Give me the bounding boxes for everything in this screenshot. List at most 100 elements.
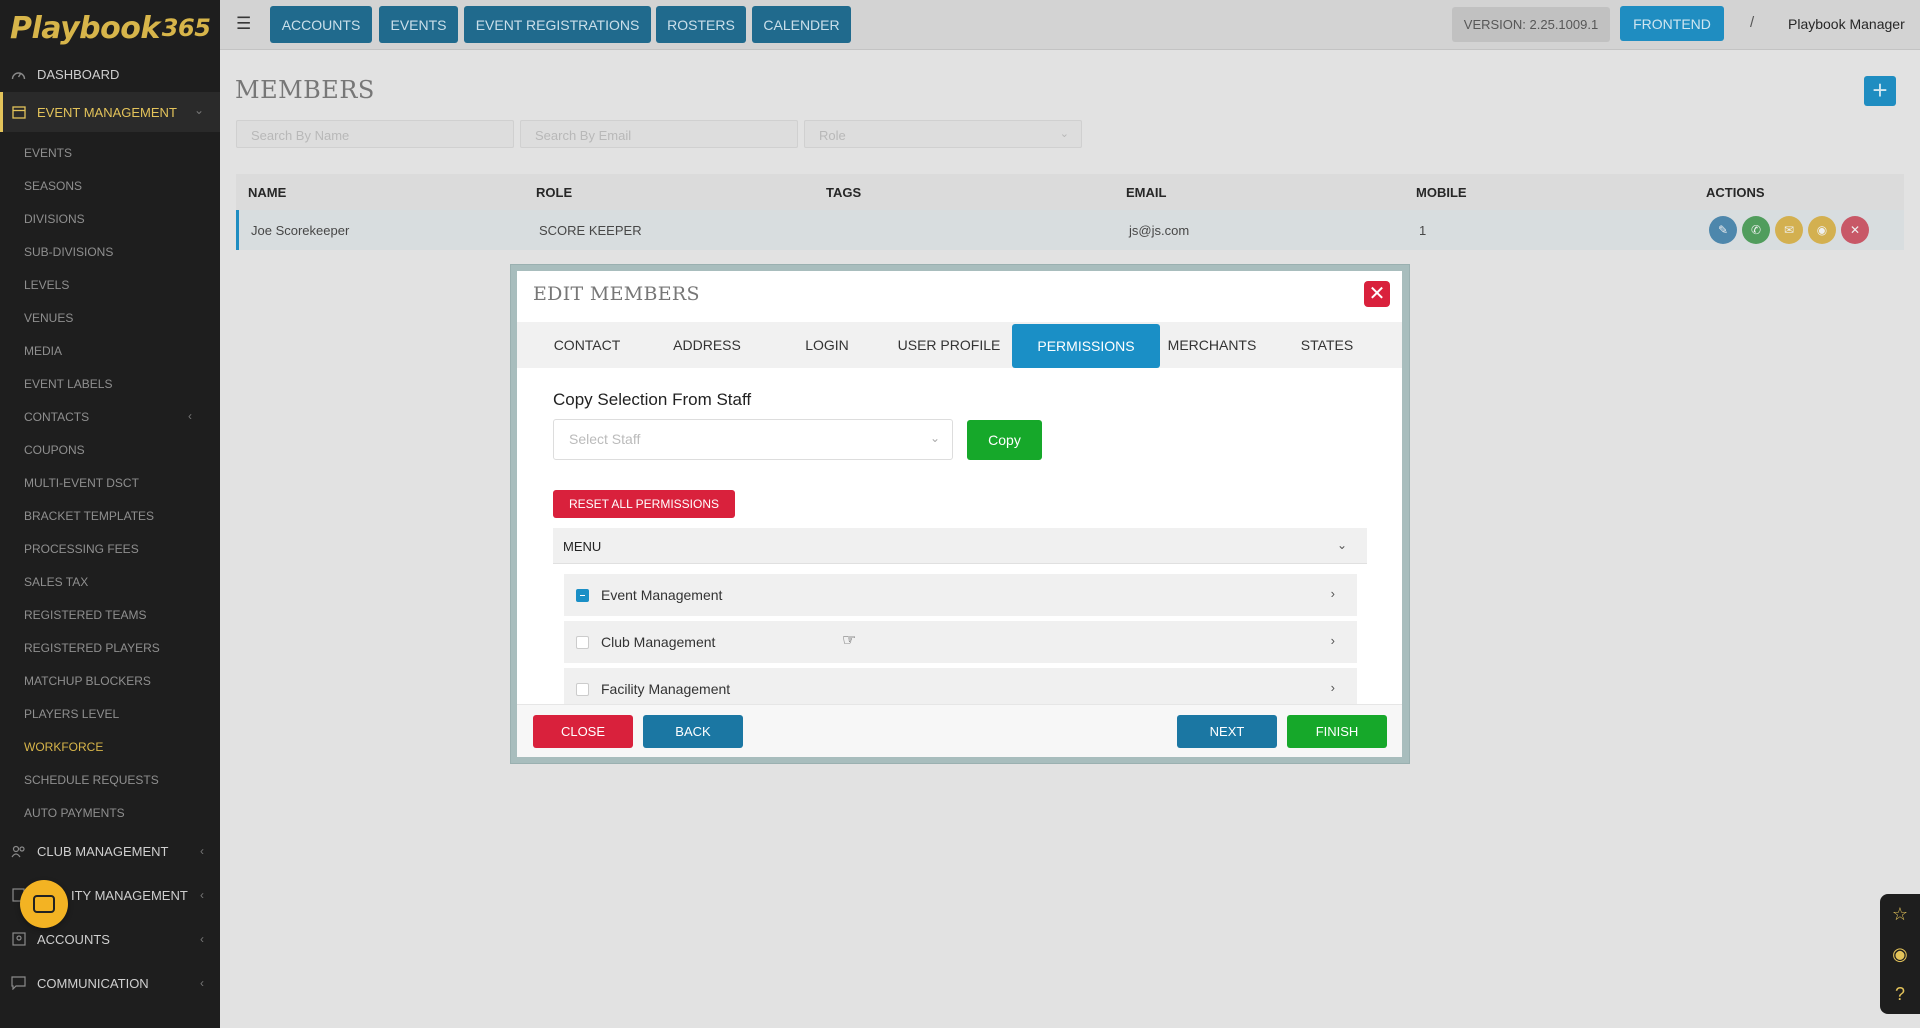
quick-tools-widget: ☆ ◉ ? bbox=[1880, 894, 1920, 1014]
sidebar-item-sales-tax[interactable]: SALES TAX bbox=[0, 565, 220, 598]
sidebar-item-workforce[interactable]: WORKFORCE bbox=[0, 730, 220, 763]
sidebar-item-label: SCHEDULE REQUESTS bbox=[24, 772, 159, 787]
app-logo[interactable]: Playbook 365 bbox=[0, 0, 220, 56]
sidebar-item-label: VENUES bbox=[24, 310, 74, 325]
sidebar-item-bracket-templates[interactable]: BRACKET TEMPLATES bbox=[0, 499, 220, 532]
sidebar-item-divisions[interactable]: DIVISIONS bbox=[0, 202, 220, 235]
sidebar-item-label: CLUB MANAGEMENT bbox=[37, 843, 169, 859]
sidebar-item-label: ACCOUNTS bbox=[37, 931, 110, 947]
sidebar-item-label: CONTACTS bbox=[24, 409, 90, 424]
sidebar-item-label: ITY MANAGEMENT bbox=[71, 887, 188, 903]
checkbox-facility-management[interactable] bbox=[576, 682, 589, 696]
sidebar-item-label: DASHBOARD bbox=[37, 66, 120, 82]
permissions-panel: Copy Selection From Staff Select Staff ⌄… bbox=[517, 368, 1402, 704]
support-chat-button[interactable] bbox=[20, 880, 68, 928]
sidebar-item-event-management[interactable]: EVENT MANAGEMENT ⌄ bbox=[0, 92, 220, 132]
sidebar-item-venues[interactable]: VENUES bbox=[0, 301, 220, 334]
sidebar-item-auto-payments[interactable]: AUTO PAYMENTS bbox=[0, 796, 220, 829]
permission-item-event-management[interactable]: Event Management › bbox=[564, 574, 1357, 616]
sidebar-item-schedule-requests[interactable]: SCHEDULE REQUESTS bbox=[0, 763, 220, 796]
sidebar-item-registered-teams[interactable]: REGISTERED TEAMS bbox=[0, 598, 220, 631]
close-button[interactable]: CLOSE bbox=[533, 715, 633, 748]
chevron-right-icon[interactable]: › bbox=[1331, 633, 1335, 648]
chevron-right-icon[interactable]: › bbox=[1331, 586, 1335, 601]
sidebar-item-label: EVENT LABELS bbox=[24, 376, 113, 391]
finish-button[interactable]: FINISH bbox=[1287, 715, 1387, 748]
tab-user-profile[interactable]: USER PROFILE bbox=[893, 322, 1005, 368]
close-icon[interactable]: ✕ bbox=[1364, 281, 1390, 307]
sidebar-item-label: COUPONS bbox=[24, 442, 85, 457]
chat-icon bbox=[10, 976, 27, 991]
sidebar-item-event-labels[interactable]: EVENT LABELS bbox=[0, 367, 220, 400]
chevron-left-icon: ‹ bbox=[200, 932, 204, 946]
chat-icon bbox=[33, 895, 55, 913]
tab-address[interactable]: ADDRESS bbox=[653, 322, 761, 368]
permission-item-club-management[interactable]: Club Management › bbox=[564, 621, 1357, 663]
sidebar-item-coupons[interactable]: COUPONS bbox=[0, 433, 220, 466]
sidebar-item-processing-fees[interactable]: PROCESSING FEES bbox=[0, 532, 220, 565]
sidebar-item-events[interactable]: EVENTS bbox=[0, 136, 220, 169]
sidebar-item-label: PROCESSING FEES bbox=[24, 541, 139, 556]
tab-contact[interactable]: CONTACT bbox=[533, 322, 641, 368]
sidebar-item-label: AUTO PAYMENTS bbox=[24, 805, 125, 820]
chevron-down-icon: ⌄ bbox=[929, 431, 940, 445]
sidebar-item-registered-players[interactable]: REGISTERED PLAYERS bbox=[0, 631, 220, 664]
sidebar-item-contacts[interactable]: CONTACTS ‹ bbox=[0, 400, 220, 433]
chevron-down-icon: ⌄ bbox=[193, 103, 204, 117]
menu-accordion-header[interactable]: MENU ⌄ bbox=[553, 528, 1367, 564]
copy-button[interactable]: Copy bbox=[967, 420, 1042, 460]
help-icon[interactable]: ? bbox=[1895, 984, 1905, 1005]
next-button[interactable]: NEXT bbox=[1177, 715, 1277, 748]
sidebar-item-seasons[interactable]: SEASONS bbox=[0, 169, 220, 202]
sidebar-item-media[interactable]: MEDIA bbox=[0, 334, 220, 367]
sidebar-item-sub-divisions[interactable]: SUB-DIVISIONS bbox=[0, 235, 220, 268]
sidebar-item-label: SALES TAX bbox=[24, 574, 89, 589]
tab-states[interactable]: STATES bbox=[1277, 322, 1377, 368]
select-staff-placeholder: Select Staff bbox=[569, 431, 641, 447]
sidebar-item-accounts[interactable]: ACCOUNTS ‹ bbox=[0, 921, 220, 957]
checkbox-event-management[interactable] bbox=[576, 588, 589, 602]
sidebar-item-label: MEDIA bbox=[24, 343, 63, 358]
sidebar-item-label: EVENTS bbox=[24, 145, 73, 160]
sidebar-item-label: MATCHUP BLOCKERS bbox=[24, 673, 151, 688]
reset-all-permissions-button[interactable]: RESET ALL PERMISSIONS bbox=[553, 490, 735, 518]
permission-label: Event Management bbox=[601, 587, 723, 603]
sidebar-item-multi-event-dsct[interactable]: MULTI-EVENT DSCT bbox=[0, 466, 220, 499]
logo-text: Playbook bbox=[10, 10, 160, 46]
permission-label: Facility Management bbox=[601, 681, 731, 697]
back-button[interactable]: BACK bbox=[643, 715, 743, 748]
tab-login[interactable]: LOGIN bbox=[773, 322, 881, 368]
sidebar-item-club-management[interactable]: CLUB MANAGEMENT ‹ bbox=[0, 833, 220, 869]
sidebar-item-levels[interactable]: LEVELS bbox=[0, 268, 220, 301]
star-icon[interactable]: ☆ bbox=[1892, 904, 1908, 925]
sidebar-item-label: SUB-DIVISIONS bbox=[24, 244, 114, 259]
sidebar-item-label: BRACKET TEMPLATES bbox=[24, 508, 155, 523]
modal-tabs: CONTACT ADDRESS LOGIN USER PROFILE PERMI… bbox=[517, 322, 1402, 368]
sidebar-item-label: MULTI-EVENT DSCT bbox=[24, 475, 139, 490]
tab-permissions[interactable]: PERMISSIONS bbox=[1012, 324, 1160, 368]
hand-cursor-icon: ☞ bbox=[842, 632, 857, 649]
copy-selection-label: Copy Selection From Staff bbox=[553, 390, 752, 409]
chevron-down-icon: ⌄ bbox=[1336, 538, 1347, 552]
sidebar-item-label: EVENT MANAGEMENT bbox=[37, 104, 177, 120]
select-staff-dropdown[interactable]: Select Staff ⌄ bbox=[553, 419, 953, 460]
sidebar-item-matchup-blockers[interactable]: MATCHUP BLOCKERS bbox=[0, 664, 220, 697]
sidebar-item-communication[interactable]: COMMUNICATION ‹ bbox=[0, 965, 220, 1001]
chevron-left-icon: ‹ bbox=[200, 844, 204, 858]
permission-item-facility-management[interactable]: Facility Management › bbox=[564, 668, 1357, 704]
sidebar-item-label: WORKFORCE bbox=[24, 739, 104, 754]
calendar-icon bbox=[10, 105, 27, 120]
chevron-right-icon[interactable]: › bbox=[1331, 680, 1335, 695]
sidebar: Playbook 365 DASHBOARD EVENT MANAGEMENT ⌄… bbox=[0, 0, 220, 1028]
checkbox-club-management[interactable] bbox=[576, 635, 589, 649]
user-card-icon bbox=[10, 932, 27, 947]
gauge-icon bbox=[10, 67, 27, 82]
sidebar-item-dashboard[interactable]: DASHBOARD bbox=[0, 56, 220, 92]
people-icon bbox=[10, 844, 27, 859]
sidebar-item-players-level[interactable]: PLAYERS LEVEL bbox=[0, 697, 220, 730]
broadcast-icon[interactable]: ◉ bbox=[1892, 944, 1908, 965]
modal-title: EDIT MEMBERS bbox=[533, 283, 700, 305]
sidebar-item-label: REGISTERED TEAMS bbox=[24, 607, 147, 622]
tab-merchants[interactable]: MERCHANTS bbox=[1165, 322, 1259, 368]
edit-members-modal: EDIT MEMBERS ✕ CONTACT ADDRESS LOGIN USE… bbox=[517, 271, 1402, 757]
